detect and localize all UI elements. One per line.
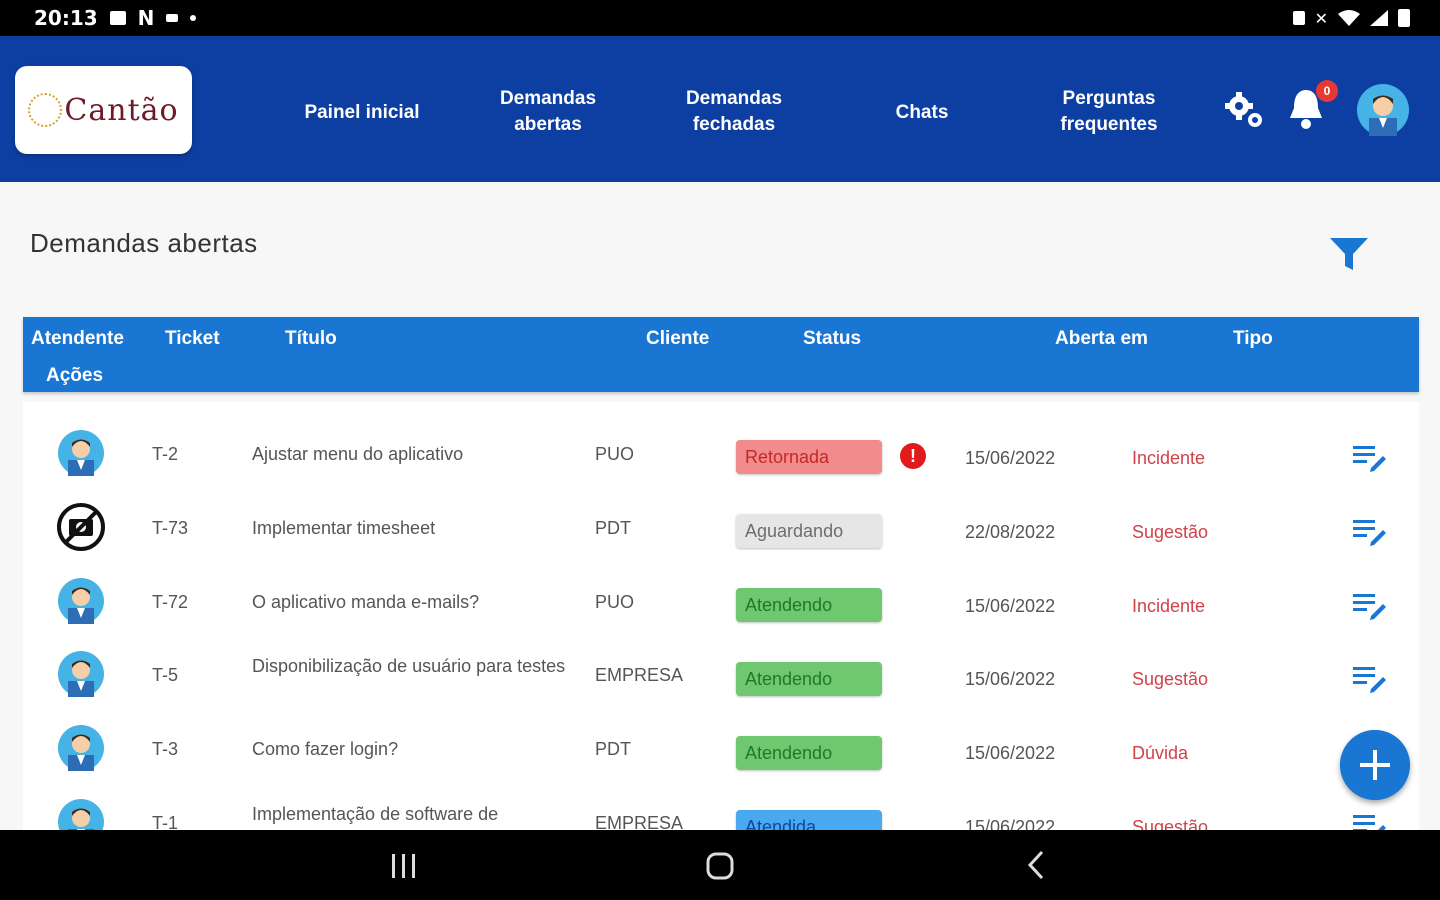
logo-text: Cantão: [64, 92, 179, 128]
nav-painel-inicial[interactable]: Painel inicial: [300, 100, 424, 126]
ticket-id: T-5: [152, 665, 179, 685]
status-badge: Atendendo: [736, 588, 882, 622]
table-body: T-2 Ajustar menu do aplicativo PUO Retor…: [23, 402, 1419, 830]
open-date: 15/06/2022: [965, 743, 1056, 763]
ticket-title: Implementar timesheet: [252, 518, 436, 538]
col-tipo[interactable]: Tipo: [1233, 328, 1273, 350]
battery-icon: [1398, 9, 1410, 27]
table-row[interactable]: T-73 Implementar timesheet PDT Aguardand…: [23, 496, 1419, 569]
table-row[interactable]: T-3 Como fazer login? PDT Atendendo 15/0…: [23, 717, 1419, 790]
edit-list-icon[interactable]: [1351, 590, 1387, 620]
table-header: Atendente Ticket Título Cliente Status A…: [23, 317, 1419, 392]
more-notifications-icon: [190, 15, 197, 21]
table-row[interactable]: T-72 O aplicativo manda e-mails? PUO Ate…: [23, 570, 1419, 643]
col-aberta-em[interactable]: Aberta em: [1055, 328, 1148, 350]
recent-apps-icon[interactable]: [389, 852, 419, 880]
status-badge: Retornada: [736, 440, 882, 474]
open-date: 15/06/2022: [965, 817, 1056, 830]
user-avatar[interactable]: [1357, 84, 1409, 136]
person-avatar: [58, 799, 104, 830]
edit-list-icon[interactable]: [1351, 811, 1387, 830]
wifi-icon: [1338, 10, 1360, 26]
col-status[interactable]: Status: [803, 328, 861, 350]
open-date: 15/06/2022: [965, 596, 1056, 616]
col-titulo[interactable]: Título: [285, 328, 337, 350]
message-notification-icon: [166, 14, 179, 22]
ticket-id: T-72: [152, 592, 189, 612]
status-badge: Atendendo: [736, 662, 882, 696]
status-badge: Atendendo: [736, 736, 882, 770]
ticket-client: PUO: [595, 444, 635, 464]
ticket-client: EMPRESA: [595, 665, 684, 685]
lock-icon: [1292, 11, 1305, 25]
logo-ring-icon: [28, 93, 63, 127]
ticket-client: PDT: [595, 518, 631, 538]
ticket-type: Sugestão: [1132, 669, 1209, 689]
person-avatar: [58, 578, 104, 624]
alert-icon[interactable]: !: [900, 443, 926, 469]
back-icon[interactable]: [1026, 850, 1046, 880]
signal-icon: [1370, 10, 1388, 26]
system-status-bar: 20:13 N ✕: [0, 0, 1440, 36]
ticket-client: PDT: [595, 739, 631, 759]
status-badge: Atendida: [736, 810, 882, 830]
ticket-title: Disponibilização de usuário para testes: [252, 656, 566, 676]
mute-icon: ✕: [1314, 8, 1328, 28]
edit-list-icon[interactable]: [1351, 663, 1387, 693]
system-navigation-bar: [0, 830, 1440, 900]
col-ticket[interactable]: Ticket: [165, 328, 220, 350]
open-date: 22/08/2022: [965, 522, 1056, 542]
ticket-client: EMPRESA: [595, 813, 684, 830]
add-button[interactable]: [1340, 730, 1410, 800]
ticket-type: Sugestão: [1132, 522, 1209, 542]
ticket-type: Dúvida: [1132, 743, 1189, 763]
logo[interactable]: Cantão: [15, 66, 192, 154]
nav-demandas-abertas[interactable]: Demandas abertas: [488, 86, 608, 138]
ticket-type: Incidente: [1132, 448, 1206, 468]
ticket-client: PUO: [595, 592, 635, 612]
ticket-id: T-2: [152, 444, 179, 464]
table-row[interactable]: T-2 Ajustar menu do aplicativo PUO Retor…: [23, 422, 1419, 495]
ticket-title: O aplicativo manda e-mails?: [252, 592, 480, 612]
no-image-avatar: [57, 503, 105, 551]
gallery-notification-icon: [109, 11, 126, 25]
ticket-id: T-73: [152, 518, 189, 538]
home-icon[interactable]: [704, 850, 736, 882]
status-badge: Aguardando: [736, 514, 882, 548]
clock: 20:13: [34, 6, 98, 30]
ticket-type: Incidente: [1132, 596, 1206, 616]
n-notification-icon: N: [137, 6, 155, 30]
table-row[interactable]: T-5 Disponibilização de usuário para tes…: [23, 643, 1419, 716]
edit-list-icon[interactable]: [1351, 516, 1387, 546]
nav-chats[interactable]: Chats: [880, 100, 964, 126]
ticket-title: Como fazer login?: [252, 739, 399, 759]
col-atendente[interactable]: Atendente: [31, 328, 124, 350]
open-date: 15/06/2022: [965, 448, 1056, 468]
nav-demandas-fechadas[interactable]: Demandas fechadas: [676, 86, 792, 138]
open-date: 15/06/2022: [965, 669, 1056, 689]
page-title: Demandas abertas: [30, 228, 258, 258]
table-row[interactable]: T-1 Implementação de software de EMPRESA…: [23, 791, 1419, 830]
person-avatar: [58, 725, 104, 771]
app-header: Cantão Painel inicial Demandas abertas D…: [0, 36, 1440, 182]
col-cliente[interactable]: Cliente: [646, 328, 709, 350]
ticket-title: Implementação de software de: [252, 804, 499, 824]
person-avatar: [58, 430, 104, 476]
ticket-id: T-1: [152, 813, 179, 830]
person-avatar: [58, 651, 104, 697]
ticket-id: T-3: [152, 739, 179, 759]
edit-list-icon[interactable]: [1351, 442, 1387, 472]
ticket-type: Sugestão: [1132, 817, 1209, 830]
col-acoes: Ações: [46, 365, 104, 386]
notification-badge: 0: [1316, 80, 1338, 102]
filter-icon[interactable]: [1328, 234, 1370, 274]
nav-perguntas-frequentes[interactable]: Perguntas frequentes: [1050, 86, 1168, 138]
ticket-title: Ajustar menu do aplicativo: [252, 444, 464, 464]
settings-gears-icon[interactable]: [1224, 90, 1266, 130]
